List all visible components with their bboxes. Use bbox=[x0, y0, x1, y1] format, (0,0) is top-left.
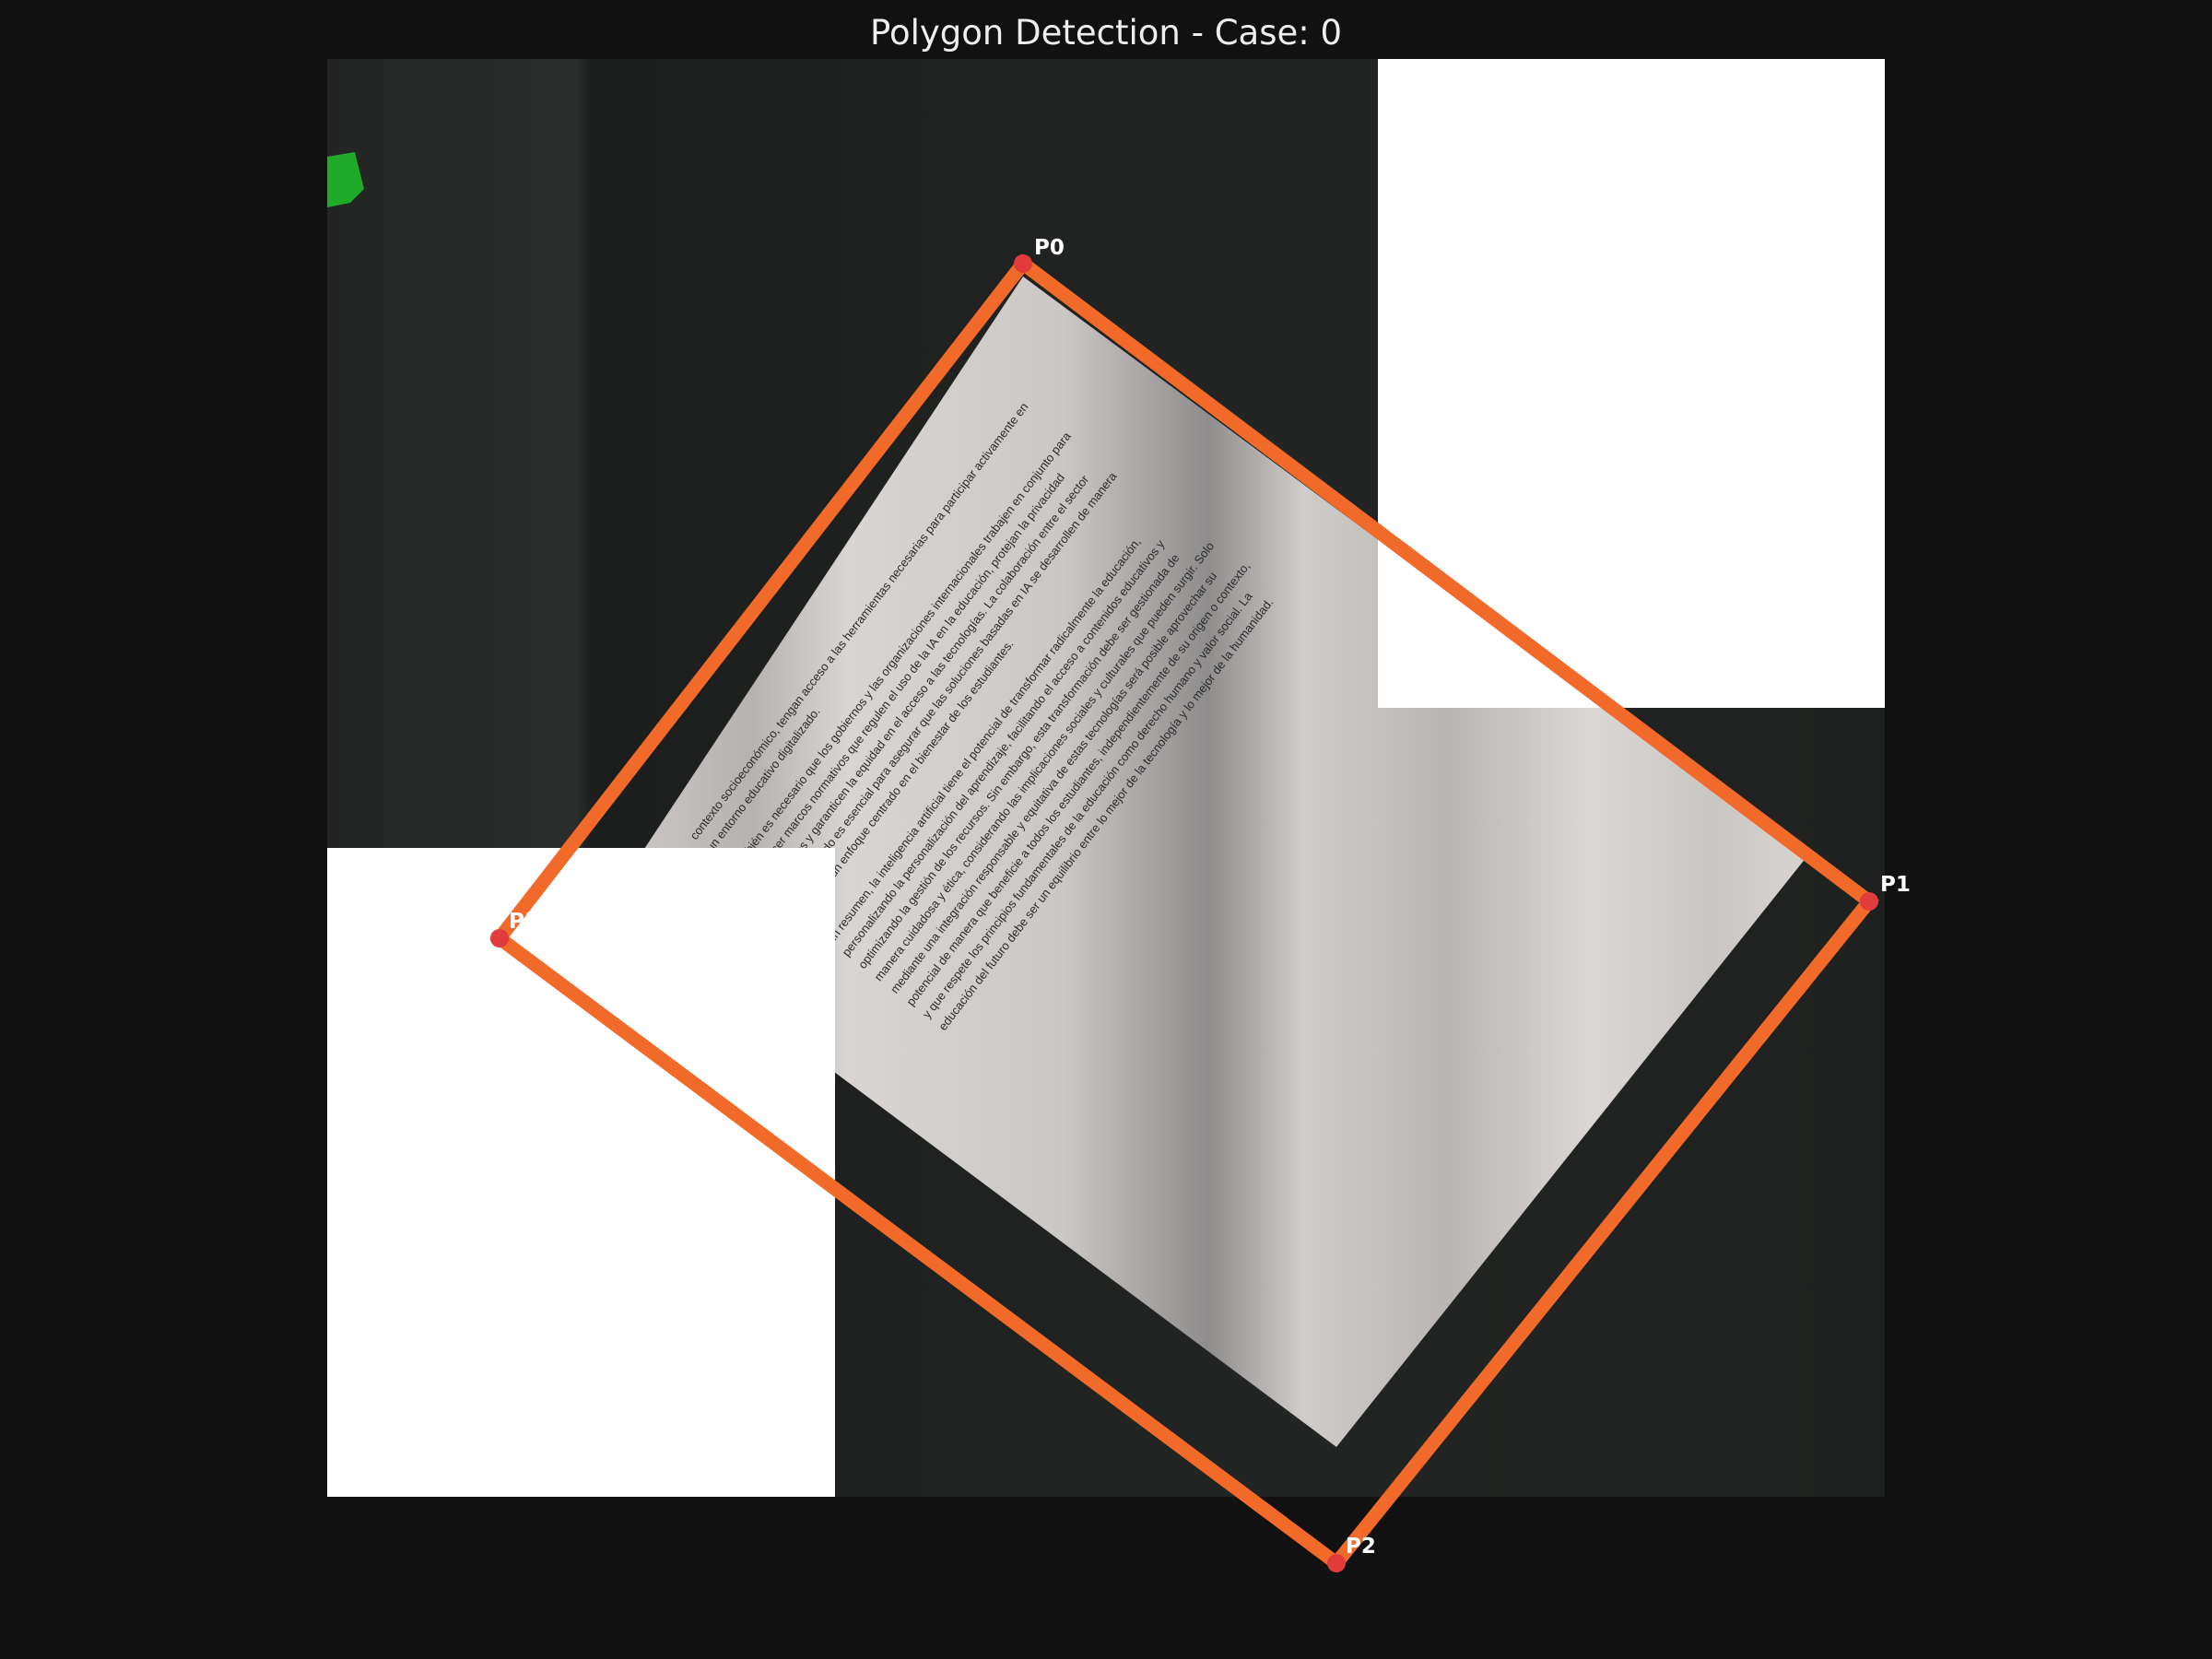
mask-box-bottom-left bbox=[327, 848, 835, 1497]
figure-canvas: contexto socioeconómico, tengan acceso a… bbox=[327, 59, 1911, 1573]
vertex-label-p0: P0 bbox=[1034, 236, 1065, 260]
vertex-label-p1: P1 bbox=[1880, 873, 1911, 897]
vertex-label-p2: P2 bbox=[1346, 1535, 1376, 1559]
vertex-label-p3: P3 bbox=[509, 910, 539, 934]
vertex-p2 bbox=[1327, 1554, 1346, 1572]
mask-box-top-right bbox=[1378, 59, 1885, 708]
vertex-p3 bbox=[490, 929, 509, 947]
vertex-p1 bbox=[1860, 892, 1878, 911]
vertex-p0 bbox=[1014, 254, 1032, 273]
